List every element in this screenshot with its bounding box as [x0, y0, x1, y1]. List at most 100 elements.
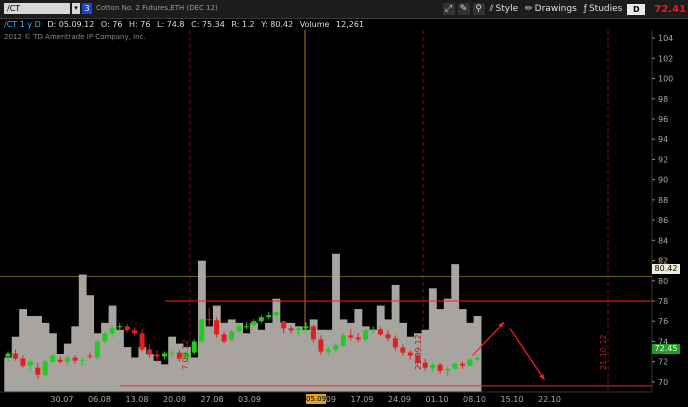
candle-body[interactable]	[422, 362, 428, 368]
volume-bar	[108, 305, 117, 392]
candle-body[interactable]	[288, 328, 294, 331]
style-menu[interactable]: ⫽ Style	[488, 4, 521, 14]
candle-body[interactable]	[407, 352, 413, 356]
candle-body[interactable]	[310, 326, 316, 340]
candle-body[interactable]	[303, 326, 309, 329]
candle-body[interactable]	[72, 357, 78, 361]
studies-icon: ƒ	[583, 4, 587, 14]
volume-bar	[11, 336, 20, 392]
volume-bar	[168, 336, 177, 392]
candle-body[interactable]	[42, 361, 48, 375]
candle-body[interactable]	[355, 337, 361, 340]
candle-body[interactable]	[5, 353, 11, 357]
candle-body[interactable]	[117, 326, 123, 328]
volume-bar	[86, 295, 95, 392]
x-tick-label: 30.07	[51, 395, 74, 404]
volume-bar	[19, 309, 28, 392]
candle-body[interactable]	[400, 347, 406, 353]
candle-body[interactable]	[251, 321, 257, 326]
candle-body[interactable]	[109, 328, 115, 334]
candle-body[interactable]	[363, 330, 369, 340]
candle-body[interactable]	[459, 363, 465, 366]
candle-body[interactable]	[348, 335, 354, 338]
candle-body[interactable]	[266, 315, 272, 318]
candle-body[interactable]	[392, 338, 398, 348]
candle-body[interactable]	[273, 312, 279, 316]
candle-body[interactable]	[474, 357, 480, 360]
candle-body[interactable]	[430, 364, 436, 368]
candle-body[interactable]	[65, 357, 71, 362]
quote-open: O: 76	[100, 20, 123, 29]
candle-body[interactable]	[445, 368, 451, 371]
candle-body[interactable]	[102, 333, 108, 342]
candle-body[interactable]	[206, 319, 212, 321]
volume-bar	[466, 322, 475, 392]
candle-body[interactable]	[243, 326, 249, 328]
y-tick-label: 80	[658, 277, 668, 286]
candle-body[interactable]	[80, 359, 85, 361]
wrench-icon[interactable]: ✎	[457, 3, 470, 15]
candle-body[interactable]	[154, 354, 160, 357]
candle-body[interactable]	[139, 333, 145, 350]
volume-bar	[302, 329, 311, 392]
magnifier-icon[interactable]: ⚲	[472, 3, 485, 15]
annotation-label: 7.09.12	[181, 339, 190, 370]
instrument-description: Cotton No. 2 Futures,ETH (DEC 12)	[96, 4, 218, 12]
annotation-label: 21.10.12	[599, 334, 608, 370]
studies-menu[interactable]: ƒ Studies	[582, 4, 625, 14]
drawings-menu[interactable]: ✏ Drawings	[523, 4, 579, 14]
candle-body[interactable]	[191, 341, 197, 353]
candle-body[interactable]	[378, 329, 383, 335]
quote-close: C: 75.34	[191, 20, 225, 29]
candle-body[interactable]	[50, 355, 56, 362]
x-tick-label: 06.08	[88, 395, 111, 404]
timeframe-button[interactable]: D	[627, 3, 646, 15]
x-tick-label: 27.08	[201, 395, 224, 404]
candle-body[interactable]	[281, 321, 287, 329]
fullscreen-icon[interactable]: ⤢	[442, 3, 455, 15]
price-chart[interactable]: 7.09.12 21.09.12 21.10.12 104 102 100 98 96 94 92…	[0, 0, 688, 407]
candle-body[interactable]	[370, 329, 376, 331]
candle-body[interactable]	[87, 355, 93, 357]
candle-body[interactable]	[236, 326, 242, 332]
symbol-input[interactable]: /CT	[4, 3, 70, 14]
x-tick-label: 01.10	[426, 395, 449, 404]
candle-body[interactable]	[325, 349, 331, 352]
candle-body[interactable]	[340, 335, 346, 346]
candle-body[interactable]	[20, 358, 26, 366]
candle-body[interactable]	[467, 359, 473, 366]
candle-body[interactable]	[161, 353, 167, 357]
candle-body[interactable]	[229, 331, 234, 340]
candle-body[interactable]	[12, 353, 18, 359]
candle-body[interactable]	[35, 367, 41, 375]
candle-body[interactable]	[124, 326, 130, 331]
volume-bar	[257, 329, 266, 392]
volume-bar	[34, 315, 42, 392]
link-group-badge[interactable]: 3	[82, 3, 92, 14]
candle-body[interactable]	[333, 345, 339, 350]
candle-body[interactable]	[57, 359, 63, 362]
candle-body[interactable]	[199, 319, 205, 342]
volume-bar	[26, 315, 35, 392]
x-tick-label: 15.10	[501, 395, 524, 404]
chart-toolbar: /CT ▾ 3 Cotton No. 2 Futures,ETH (DEC 12…	[0, 0, 688, 19]
chevron-down-icon[interactable]: ▾	[72, 3, 80, 14]
candle-body[interactable]	[27, 361, 33, 366]
candle-body[interactable]	[94, 341, 100, 358]
candle-body[interactable]	[385, 334, 391, 339]
candle-body[interactable]	[258, 317, 264, 322]
candle-body[interactable]	[318, 339, 324, 352]
volume-bar	[376, 305, 385, 392]
candle-body[interactable]	[147, 349, 153, 355]
y-tick-label: 70	[658, 378, 668, 387]
x-tick-label: 22.10	[538, 395, 561, 404]
study-label[interactable]: /CT 1 y D	[0, 20, 41, 29]
candle-body[interactable]	[221, 334, 227, 342]
candle-body[interactable]	[452, 363, 458, 369]
candle-body[interactable]	[132, 330, 138, 334]
candle-body[interactable]	[169, 352, 175, 354]
candle-body[interactable]	[437, 364, 443, 371]
volume-bar	[354, 309, 363, 392]
candle-body[interactable]	[296, 328, 302, 331]
candle-body[interactable]	[214, 320, 220, 335]
